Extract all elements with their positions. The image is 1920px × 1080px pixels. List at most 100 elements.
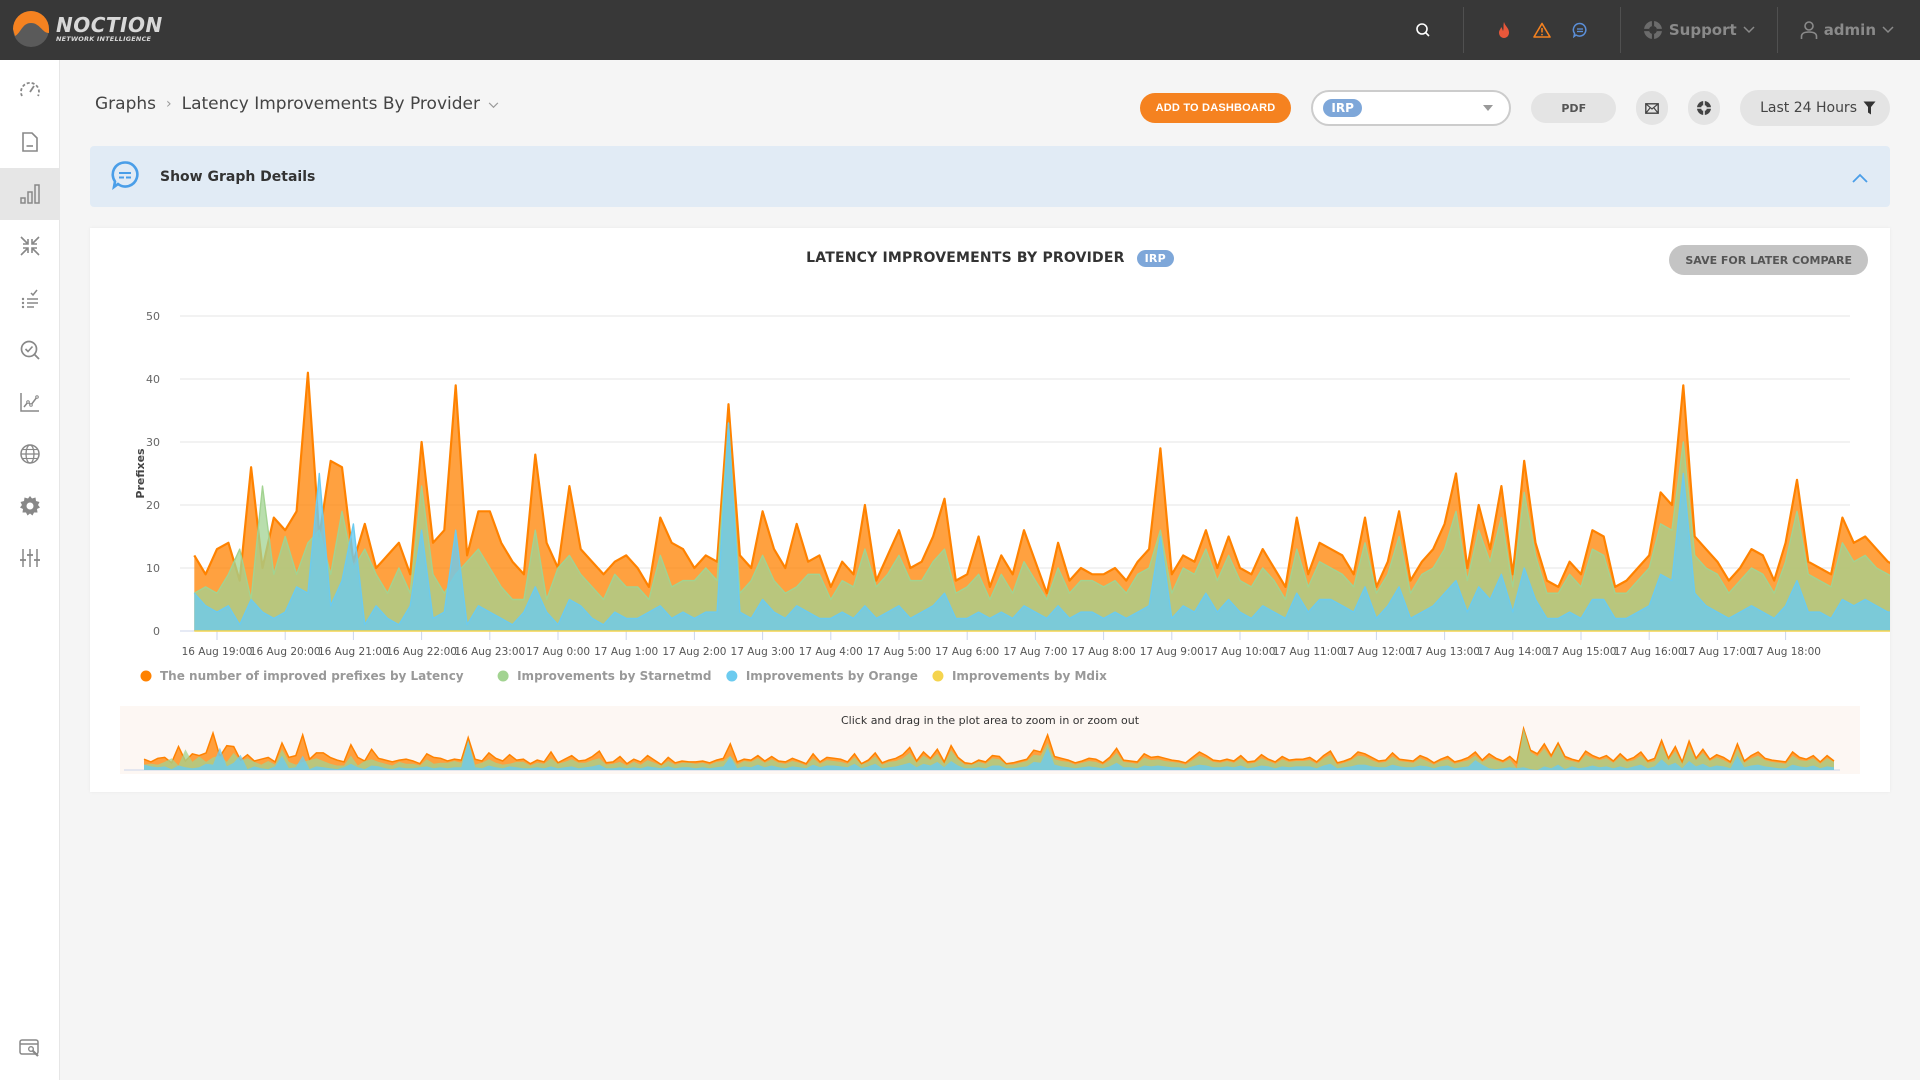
chart-instance-chip: IRP [1136, 250, 1174, 267]
sidebar-item-dashboard[interactable] [0, 64, 60, 116]
noction-logo[interactable]: NOCTION NETWORK INTELLIGENCE [12, 9, 163, 49]
x-tick-label: 17 Aug 1:00 [594, 646, 658, 658]
graph-toolbar: ADD TO DASHBOARD IRP PDF Last 24 Hours [1139, 90, 1890, 126]
x-tick-label: 17 Aug 3:00 [731, 646, 795, 658]
sidebar-item-trends[interactable] [0, 376, 60, 428]
instance-select[interactable]: IRP [1311, 90, 1512, 126]
latency-chart[interactable]: 0 10 20 30 40 50 Prefixes 16 Aug 19:0016 Aug 20… [90, 228, 1890, 792]
sidebar-item-search[interactable] [0, 324, 60, 376]
warning-icon[interactable] [1530, 18, 1554, 42]
envelope-icon [1645, 102, 1659, 114]
details-label: Show Graph Details [160, 168, 316, 185]
legend-marker [726, 670, 738, 682]
filter-icon [1863, 101, 1876, 115]
help-button[interactable] [1688, 91, 1721, 125]
sidebar-item-graphs[interactable] [0, 168, 60, 220]
legend-marker [932, 670, 944, 682]
fire-alert-icon[interactable] [1492, 18, 1516, 42]
x-tick-label: 17 Aug 10:00 [1205, 646, 1276, 658]
chevron-down-icon [1882, 26, 1894, 34]
compress-arrows-icon [20, 236, 40, 256]
search-check-icon [20, 340, 40, 360]
legend-item-improvements-by-starnetmd: Improvements by Starnetmd [517, 669, 711, 683]
x-tick-label: 16 Aug 20:00 [250, 646, 321, 658]
caret-down-icon [1483, 105, 1494, 111]
x-tick-label: 16 Aug 22:00 [386, 646, 457, 658]
y-tick-label: 0 [153, 625, 160, 638]
graph-details-toggle[interactable]: Show Graph Details [90, 146, 1890, 207]
save-for-later-compare-button[interactable]: SAVE FOR LATER COMPARE [1669, 245, 1868, 275]
period-label: Last 24 Hours [1760, 100, 1857, 116]
chart-title: LATENCY IMPROVEMENTS BY PROVIDER [806, 250, 1125, 266]
y-tick-label: 40 [146, 373, 160, 386]
email-button[interactable] [1636, 91, 1669, 125]
comment-icon [110, 160, 140, 194]
legend-item-improvements-by-orange: Improvements by Orange [746, 669, 918, 683]
x-tick-label: 17 Aug 8:00 [1072, 646, 1136, 658]
sidebar-item-reports[interactable] [0, 116, 60, 168]
top-bar: NOCTION NETWORK INTELLIGENCE Support adm… [0, 0, 1920, 60]
lifebuoy-icon [1643, 21, 1662, 39]
support-label: Support [1668, 21, 1737, 39]
period-filter-button[interactable]: Last 24 Hours [1740, 90, 1890, 126]
x-tick-label: 17 Aug 7:00 [1003, 646, 1067, 658]
x-tick-label: 17 Aug 0:00 [526, 646, 590, 658]
logo-subtitle: NETWORK INTELLIGENCE [56, 35, 152, 43]
messages-icon[interactable] [1568, 18, 1592, 42]
y-tick-label: 20 [146, 499, 160, 512]
x-tick-label: 17 Aug 6:00 [935, 646, 999, 658]
user-menu[interactable]: admin [1778, 0, 1920, 60]
x-tick-label: 17 Aug 15:00 [1546, 646, 1617, 658]
chevron-down-icon [1743, 26, 1755, 34]
pdf-button[interactable]: PDF [1531, 93, 1617, 123]
x-tick-label: 16 Aug 19:00 [182, 646, 253, 658]
sidebar-item-improvements[interactable] [0, 220, 60, 272]
speedometer-icon [20, 82, 40, 97]
support-menu[interactable]: Support [1621, 0, 1777, 60]
window-wrench-icon [19, 1039, 39, 1057]
sidebar [0, 60, 60, 1080]
page-title: Latency Improvements By Provider [181, 94, 480, 114]
sidebar-item-events[interactable] [0, 272, 60, 324]
selected-instance-chip: IRP [1323, 99, 1362, 117]
line-chart-icon [20, 393, 39, 412]
y-tick-label: 30 [146, 436, 160, 449]
document-icon [22, 132, 38, 152]
bar-chart-icon [20, 184, 40, 204]
x-tick-label: 16 Aug 21:00 [318, 646, 389, 658]
sidebar-item-settings[interactable] [0, 480, 60, 532]
x-tick-label: 16 Aug 23:00 [454, 646, 525, 658]
logo-title: NOCTION [56, 13, 163, 37]
x-tick-label: 17 Aug 11:00 [1273, 646, 1344, 658]
legend-marker [497, 670, 509, 682]
add-to-dashboard-button[interactable]: ADD TO DASHBOARD [1139, 93, 1292, 123]
search-icon[interactable] [1411, 18, 1435, 42]
logo-mark-icon [13, 11, 49, 47]
x-tick-label: 17 Aug 14:00 [1477, 646, 1548, 658]
chevron-right-icon: › [166, 96, 172, 112]
chevron-down-icon[interactable] [488, 94, 499, 114]
x-tick-label: 17 Aug 16:00 [1614, 646, 1685, 658]
y-tick-label: 50 [146, 310, 160, 323]
sidebar-item-configuration[interactable] [0, 532, 60, 584]
breadcrumb: Graphs › Latency Improvements By Provide… [95, 94, 499, 114]
legend-item-the-number-of-improved-prefixes-by-latency: The number of improved prefixes by Laten… [160, 669, 464, 683]
x-tick-label: 17 Aug 17:00 [1682, 646, 1753, 658]
chevron-up-icon[interactable] [1852, 168, 1868, 187]
legend-marker [140, 670, 152, 682]
sliders-icon [20, 549, 40, 567]
user-label: admin [1823, 21, 1876, 39]
y-tick-label: 10 [146, 562, 160, 575]
lifebuoy-icon [1697, 101, 1712, 115]
x-tick-label: 17 Aug 18:00 [1750, 646, 1821, 658]
breadcrumb-root[interactable]: Graphs [95, 94, 156, 114]
sidebar-item-providers[interactable] [0, 428, 60, 480]
x-tick-label: 17 Aug 4:00 [799, 646, 863, 658]
user-icon [1800, 21, 1817, 39]
x-tick-label: 17 Aug 9:00 [1140, 646, 1204, 658]
globe-icon [20, 444, 40, 464]
chart-card: 0 10 20 30 40 50 Prefixes 16 Aug 19:00 16 Aug 20… [90, 228, 1890, 792]
checklist-icon [21, 289, 38, 309]
x-tick-label: 17 Aug 5:00 [867, 646, 931, 658]
sidebar-item-maintenance[interactable] [0, 1022, 60, 1074]
